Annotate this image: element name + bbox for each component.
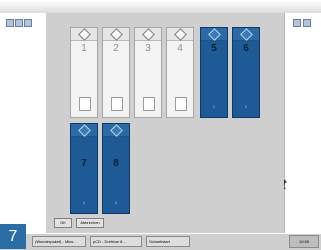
slot-number: 6 (243, 43, 249, 54)
slot-number: 4 (177, 43, 183, 54)
slot-header (103, 123, 129, 137)
doc-toolbar-icon (15, 19, 23, 27)
slot-number: 2 (113, 43, 119, 54)
taskbar-item[interactable]: (Wunderpaket) - Mics... (32, 236, 86, 247)
slot-pocket (111, 97, 123, 111)
taskbar: (Wunderpaket) - Mics... pCD - Drehbar 8.… (0, 233, 321, 250)
diamond-icon (239, 27, 253, 41)
slot-header (167, 27, 193, 41)
slot-1[interactable]: 1 (70, 27, 98, 118)
slot-subnumber: 4 (114, 200, 118, 205)
slot-number: 7 (81, 158, 87, 169)
slot-6[interactable]: 6 2 (232, 27, 260, 118)
slot-7[interactable]: 7 3 (70, 123, 98, 214)
slot-pocket (175, 97, 187, 111)
slot-pocket (143, 97, 155, 111)
doc-toolbar-icon (303, 19, 311, 27)
slot-header (103, 27, 129, 41)
slot-3[interactable]: 3 (134, 27, 162, 118)
slot-5[interactable]: 5 1 (200, 27, 228, 118)
background-document-left (0, 13, 47, 233)
slot-selection-dialog: 1 2 3 4 5 1 6 2 7 3 8 4 OK Abbrechen (46, 13, 284, 233)
diamond-icon (109, 27, 123, 41)
ok-button[interactable]: OK (54, 218, 72, 228)
slot-number: 8 (113, 158, 119, 169)
slot-pocket (79, 97, 91, 111)
slot-subnumber: 2 (244, 104, 248, 109)
system-tray-clock[interactable]: 10:55 (289, 235, 319, 248)
background-document-right (284, 13, 321, 233)
diamond-icon (109, 123, 123, 137)
slot-2[interactable]: 2 (102, 27, 130, 118)
background-window-titlebar (0, 0, 321, 14)
slot-4[interactable]: 4 (166, 27, 194, 118)
diamond-icon (77, 27, 91, 41)
slot-number: 5 (211, 43, 217, 54)
slot-subnumber: 1 (212, 104, 216, 109)
slot-header (233, 27, 259, 41)
taskbar-item[interactable]: Schnellstart (146, 236, 190, 247)
slot-8[interactable]: 8 4 (102, 123, 130, 214)
diamond-icon (207, 27, 221, 41)
slot-header (135, 27, 161, 41)
slot-number: 3 (145, 43, 151, 54)
slot-header (71, 123, 97, 137)
diamond-icon (141, 27, 155, 41)
slot-number: 1 (81, 43, 87, 54)
figure-number-badge: 7 (0, 224, 26, 249)
doc-toolbar-icon (6, 19, 14, 27)
cancel-button[interactable]: Abbrechen (76, 218, 104, 228)
slot-subnumber: 3 (82, 200, 86, 205)
doc-toolbar-icon (293, 19, 301, 27)
doc-toolbar-icon (24, 19, 32, 27)
diamond-icon (173, 27, 187, 41)
diamond-icon (77, 123, 91, 137)
slot-header (71, 27, 97, 41)
slot-header (201, 27, 227, 41)
taskbar-item[interactable]: pCD - Drehbar 8... (90, 236, 142, 247)
